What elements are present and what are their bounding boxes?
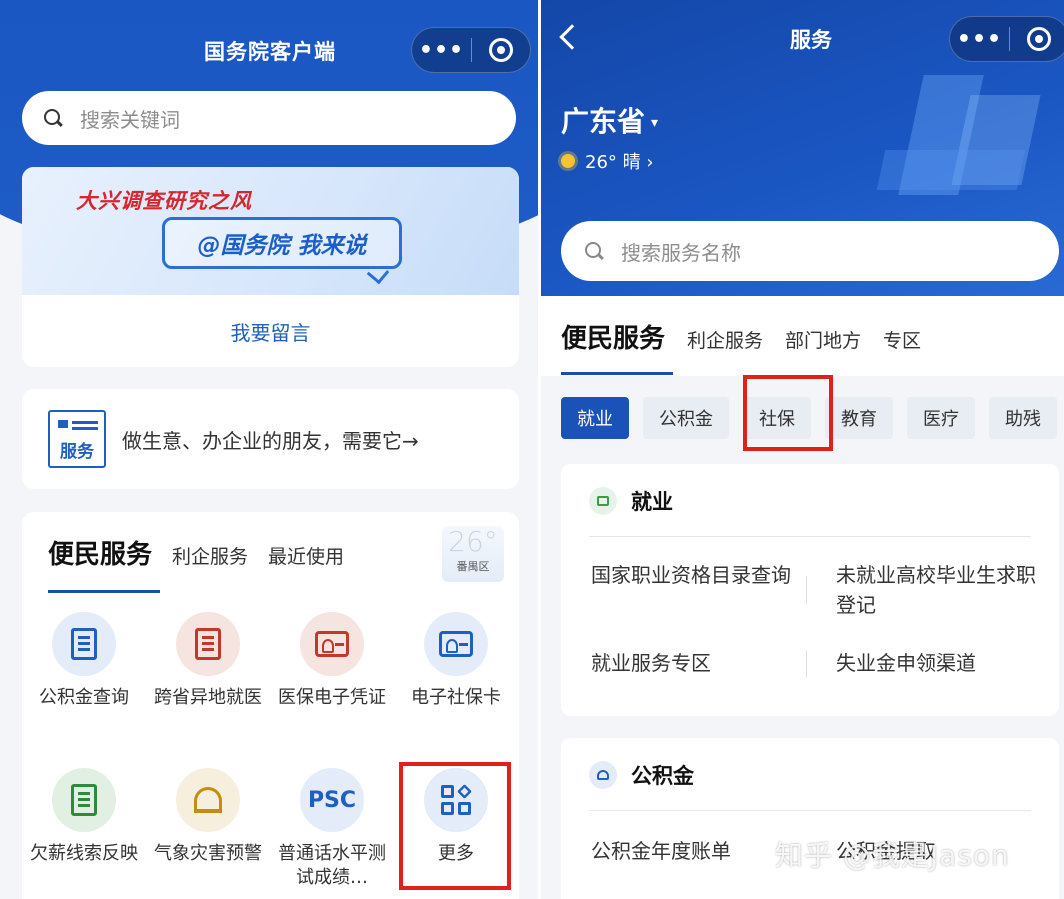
highlight-box-social-security bbox=[743, 375, 833, 451]
service-link[interactable]: 未就业高校毕业生求职登记 bbox=[836, 560, 1036, 620]
province-selector[interactable]: 广东省 ▾ bbox=[561, 100, 658, 140]
leave-message-link[interactable]: 我要留言 bbox=[22, 295, 519, 367]
page-title: 服务 bbox=[790, 28, 832, 52]
search-icon bbox=[585, 242, 603, 260]
grid-item-label: 气象灾害预警 bbox=[154, 843, 262, 864]
chip-medical[interactable]: 医疗 bbox=[907, 397, 975, 439]
sun-icon bbox=[561, 154, 575, 168]
grid-item-label: 跨省异地就医 bbox=[154, 687, 262, 708]
target-icon bbox=[488, 38, 513, 62]
service-tabs: 便民服务 利企服务 最近使用 bbox=[48, 534, 344, 571]
service-link[interactable]: 国家职业资格目录查询 bbox=[591, 560, 791, 590]
category-card-employment: 就业 国家职业资格目录查询 未就业高校毕业生求职登记 就业服务专区 失业金申领渠… bbox=[561, 464, 1059, 716]
category-title: 公积金 bbox=[631, 764, 694, 788]
tab-departments-local[interactable]: 部门地方 bbox=[785, 326, 861, 355]
divider bbox=[589, 536, 1031, 537]
divider bbox=[589, 810, 1031, 811]
mini-program-capsule: ••• bbox=[949, 16, 1064, 62]
mini-program-capsule: ••• bbox=[411, 27, 531, 73]
tab-recently-used[interactable]: 最近使用 bbox=[268, 542, 344, 571]
grid-item-label: 公积金查询 bbox=[39, 687, 129, 708]
tab-convenience-services[interactable]: 便民服务 bbox=[48, 534, 152, 571]
grid-item-label: 医保电子凭证 bbox=[278, 687, 386, 708]
weather-link[interactable]: 26° 晴 › bbox=[561, 148, 654, 174]
grid-item-label: 欠薪线索反映 bbox=[30, 843, 138, 864]
banner-bubble-text: @国务院 我来说 bbox=[197, 233, 367, 259]
service-search-input[interactable]: 搜索服务名称 bbox=[561, 221, 1059, 281]
banner-image[interactable]: 大兴调查研究之风 @国务院 我来说 bbox=[22, 167, 519, 295]
category-card-housing-fund: 公积金 公积金年度账单 公积金提取 bbox=[561, 738, 1059, 899]
card-icon bbox=[424, 612, 488, 676]
decor-shape bbox=[876, 150, 1026, 190]
doc-yen-icon bbox=[52, 612, 116, 676]
tab-business-services[interactable]: 利企服务 bbox=[687, 326, 763, 355]
search-icon bbox=[44, 109, 62, 127]
search-input[interactable]: 搜索关键词 bbox=[22, 91, 516, 145]
left-screen: 国务院客户端 ••• 搜索关键词 大兴调查研究之风 @国务院 我来说 我要留言 … bbox=[0, 0, 538, 899]
tab-special-zone[interactable]: 专区 bbox=[883, 326, 921, 355]
house-icon bbox=[589, 761, 617, 789]
grid-item-unpaid-wages[interactable]: 欠薪线索反映 bbox=[22, 768, 146, 866]
province-name: 广东省 bbox=[561, 105, 646, 138]
close-button[interactable] bbox=[472, 38, 530, 62]
search-placeholder: 搜索关键词 bbox=[80, 107, 180, 132]
briefcase-icon bbox=[589, 487, 617, 515]
active-tab-indicator bbox=[561, 372, 673, 375]
grid-item-label: 电子社保卡 bbox=[411, 687, 501, 708]
target-icon bbox=[1026, 27, 1051, 51]
tab-convenience-services[interactable]: 便民服务 bbox=[561, 318, 665, 355]
grid-item-label: 普通话水平测试成绩… bbox=[278, 843, 386, 888]
alarm-light-icon bbox=[176, 768, 240, 832]
chip-housing-fund[interactable]: 公积金 bbox=[643, 397, 729, 439]
close-button[interactable] bbox=[1010, 27, 1064, 51]
service-tabs: 便民服务 利企服务 部门地方 专区 bbox=[541, 296, 1064, 376]
psc-icon: PSC bbox=[300, 768, 364, 832]
highlight-box-more bbox=[399, 762, 511, 890]
weather-text: 26° 晴 › bbox=[585, 152, 654, 173]
speech-bubble: @国务院 我来说 bbox=[162, 217, 402, 269]
grid-item-weather-warning[interactable]: 气象灾害预警 bbox=[146, 768, 270, 866]
tab-business-services[interactable]: 利企服务 bbox=[172, 542, 248, 571]
grid-item-mandarin-test[interactable]: PSC 普通话水平测试成绩… bbox=[270, 768, 394, 890]
weather-district: 番禺区 bbox=[456, 560, 490, 573]
grid-item-social-security-card[interactable]: 电子社保卡 bbox=[394, 612, 518, 710]
service-link[interactable]: 就业服务专区 bbox=[591, 648, 711, 678]
id-card-icon bbox=[300, 612, 364, 676]
chip-education[interactable]: 教育 bbox=[825, 397, 893, 439]
feedback-banner[interactable]: 大兴调查研究之风 @国务院 我来说 我要留言 bbox=[22, 167, 519, 367]
business-service-banner[interactable]: 服务 做生意、办企业的朋友，需要它→ bbox=[22, 389, 519, 489]
category-header: 就业 bbox=[589, 486, 673, 516]
column-divider bbox=[806, 650, 807, 678]
more-menu-button[interactable]: ••• bbox=[950, 27, 1009, 52]
category-title: 就业 bbox=[631, 490, 673, 514]
more-menu-button[interactable]: ••• bbox=[412, 38, 471, 63]
chip-employment[interactable]: 就业 bbox=[561, 397, 629, 439]
weather-temperature: 26° bbox=[448, 525, 498, 558]
active-tab-indicator bbox=[48, 590, 160, 593]
grid-item-housing-fund-query[interactable]: 公积金查询 bbox=[22, 612, 146, 710]
app-title: 国务院客户端 bbox=[204, 40, 336, 64]
category-header: 公积金 bbox=[589, 760, 694, 790]
service-icon-label: 服务 bbox=[60, 442, 94, 462]
watermark: 知乎 @我是Jason bbox=[775, 839, 1010, 872]
doc-plus-icon bbox=[176, 612, 240, 676]
doc-yen-icon bbox=[52, 768, 116, 832]
service-icon: 服务 bbox=[48, 410, 106, 468]
banner-slogan: 大兴调查研究之风 bbox=[76, 189, 252, 213]
business-service-text: 做生意、办企业的朋友，需要它→ bbox=[122, 428, 419, 453]
service-link[interactable]: 公积金年度账单 bbox=[591, 836, 731, 866]
service-link[interactable]: 失业金申领渠道 bbox=[836, 648, 976, 678]
column-divider bbox=[806, 576, 807, 604]
chip-disability-aid[interactable]: 助残 bbox=[989, 397, 1057, 439]
weather-widget[interactable]: 26° 番禺区 bbox=[442, 526, 504, 582]
grid-item-cross-province-medical[interactable]: 跨省异地就医 bbox=[146, 612, 270, 710]
search-placeholder: 搜索服务名称 bbox=[621, 240, 741, 265]
right-screen: 服务 ••• 广东省 ▾ 26° 晴 › 搜索服务名称 便民服务 利企服务 部门地… bbox=[541, 0, 1064, 899]
grid-item-medical-insurance-voucher[interactable]: 医保电子凭证 bbox=[270, 612, 394, 710]
caret-down-icon: ▾ bbox=[651, 115, 659, 131]
